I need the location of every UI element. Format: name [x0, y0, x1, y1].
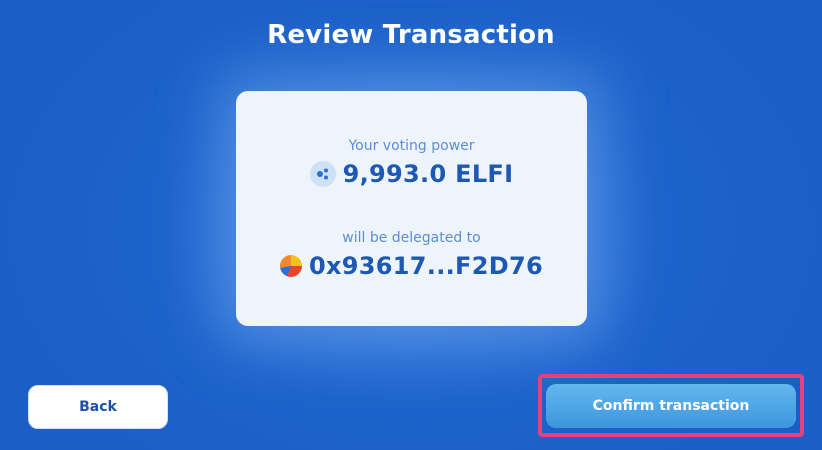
- confirm-transaction-button[interactable]: Confirm transaction: [546, 384, 796, 428]
- page-title: Review Transaction: [267, 20, 555, 50]
- voting-power-label: Your voting power: [348, 138, 475, 154]
- delegate-address: 0x93617...F2D76: [309, 252, 543, 280]
- elfi-token-icon: [309, 161, 336, 187]
- voting-power-row: 9,993.0 ELFI: [236, 160, 587, 188]
- delegate-row: 0x93617...F2D76: [236, 252, 587, 280]
- voting-power-value: 9,993.0 ELFI: [342, 160, 514, 188]
- wallet-avatar-icon: [280, 255, 303, 277]
- back-button[interactable]: Back: [28, 385, 168, 429]
- transaction-summary-card: Your voting power 9,993.0 ELFI will be d…: [236, 91, 587, 326]
- delegate-label: will be delegated to: [342, 230, 481, 246]
